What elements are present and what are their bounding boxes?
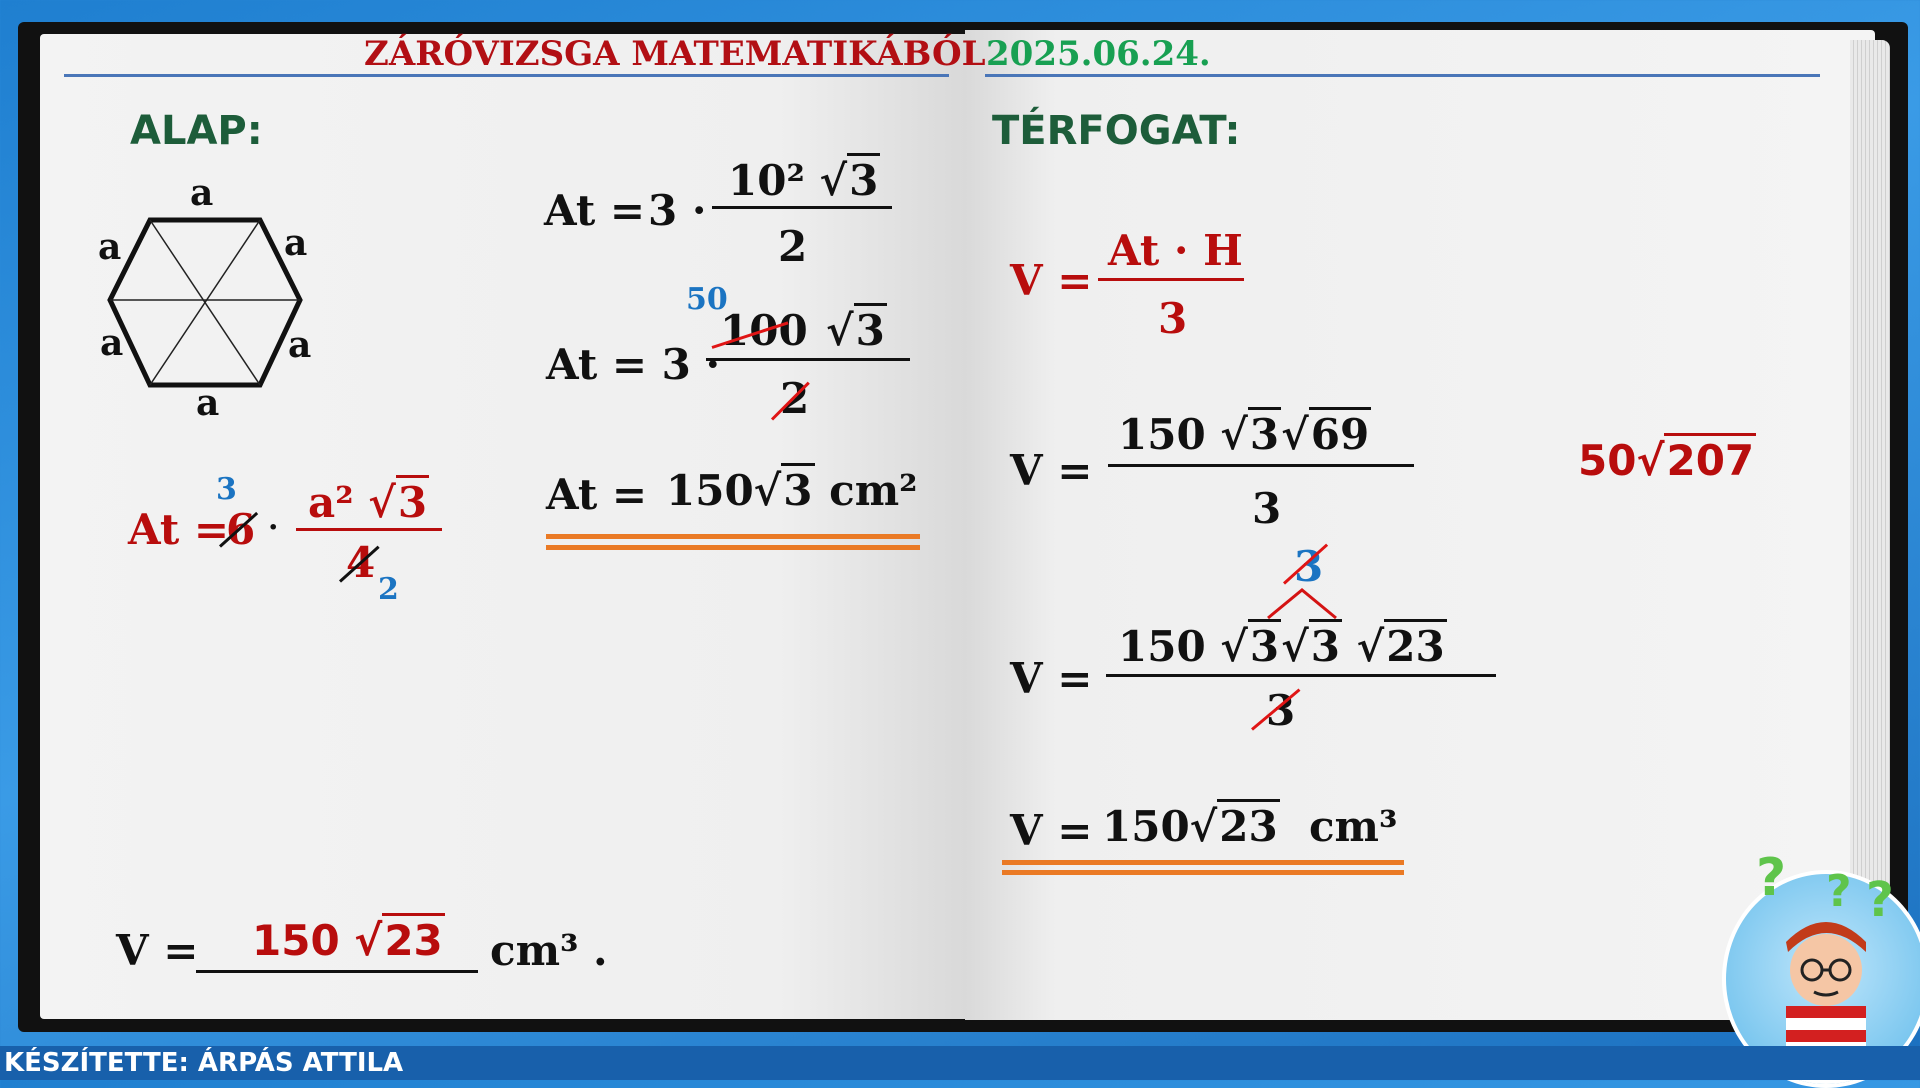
result-underline-1 [1002,860,1404,865]
question-mark-icon: ? [1866,872,1894,928]
result-value: 150√23 cm³ [1102,799,1397,851]
eq1-numerator: 150 √3√69 [1118,407,1372,459]
step2-num-root: √3 [826,303,887,355]
answer-lhs: V = [116,926,199,975]
step3-underline-1 [546,534,920,539]
eq2-lhs: V = [1010,654,1093,703]
author-credit: KÉSZÍTETTE: ÁRPÁS ATTILA [4,1048,404,1078]
page-title: ZÁRÓVIZSGA MATEMATIKÁBÓL [364,34,986,74]
step3-underline-2 [546,545,920,550]
hex-label-upper-right: a [284,222,308,264]
side-note: 50√207 [1578,433,1757,485]
step1-lhs: At = [544,186,646,235]
question-mark-icon: ? [1756,848,1787,908]
volume-formula-fraction-line [1098,278,1244,281]
section-heading-terfogat: TÉRFOGAT: [992,108,1241,154]
base-formula-fraction-line [296,528,442,531]
volume-formula-denominator: 3 [1158,294,1188,343]
step2-fraction-line [706,358,910,361]
volume-formula-numerator: At · H [1108,226,1243,275]
result-lhs: V = [1010,806,1093,855]
step1-numerator: 10² √3 [728,153,881,205]
eq1-denominator: 3 [1252,484,1282,533]
base-formula-numerator: a² √3 [308,475,430,527]
split-branch-icon [1267,588,1337,620]
base-formula-den-new: 2 [378,572,399,607]
hex-label-lower-right: a [288,324,312,366]
step1-coef: 3 · [648,186,707,235]
hex-label-top: a [190,172,214,214]
section-heading-alap: ALAP: [130,108,263,154]
exam-date: 2025.06.24. [986,34,1211,74]
step3-value: 150√3 cm² [666,463,918,515]
result-underline-2 [1002,870,1404,875]
step2-lhs: At = 3 · [546,340,721,389]
page-edges [1850,40,1890,1010]
answer-value: 150 √23 [252,913,445,965]
title-rule-left [64,74,949,77]
hex-label-lower-left: a [100,322,124,364]
step3-lhs: At = [546,470,648,519]
base-formula-dot: · [268,510,279,545]
base-formula-coef-new: 3 [216,472,237,507]
volume-formula-lhs: V = [1010,256,1093,305]
step1-denominator: 2 [778,222,808,271]
answer-unit: cm³ . [490,926,608,975]
eq2-fraction-line [1106,674,1496,677]
answer-blank-line [196,970,478,973]
eq1-fraction-line [1108,464,1414,467]
eq2-numerator: 150 √3√3 √23 [1118,619,1447,671]
title-rule-right [985,74,1820,77]
hex-label-bottom: a [196,382,220,424]
eq1-lhs: V = [1010,446,1093,495]
hex-label-upper-left: a [98,226,122,268]
question-mark-icon: ? [1826,866,1852,917]
step1-fraction-line [712,206,892,209]
base-formula-lhs: At = [128,505,230,554]
